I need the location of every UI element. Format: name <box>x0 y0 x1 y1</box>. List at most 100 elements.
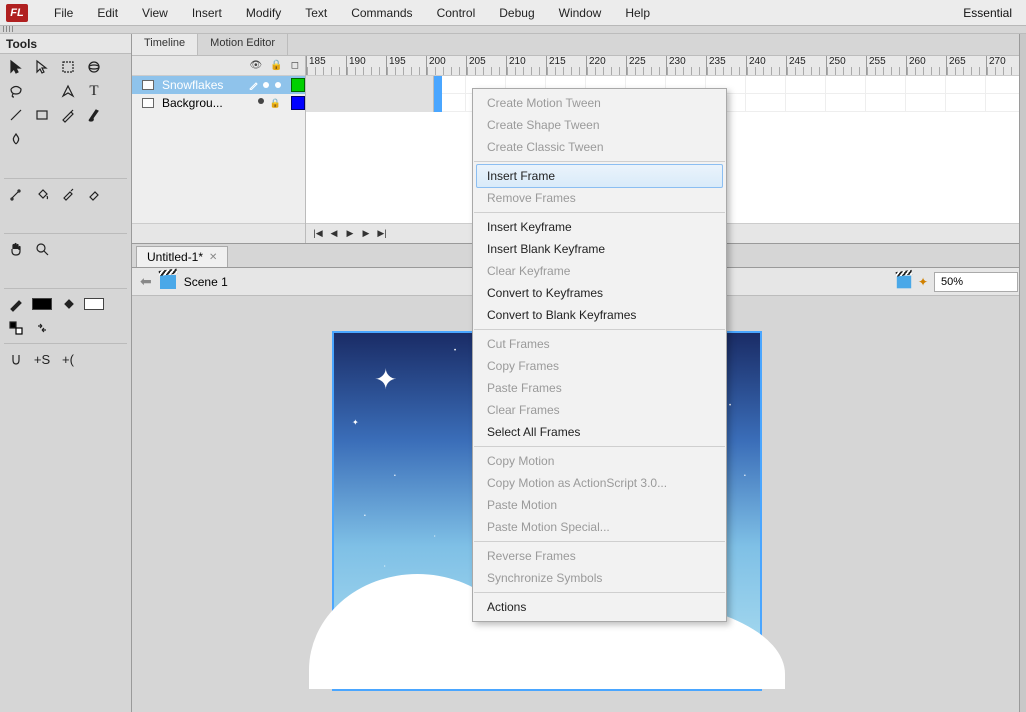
layers-header: 👁 🔒 ◻ <box>132 56 305 76</box>
context-item-paste-frames: Paste Frames <box>473 377 726 399</box>
next-frame-button[interactable]: ▶ <box>360 228 372 240</box>
menu-edit[interactable]: Edit <box>85 0 130 26</box>
black-white-icon[interactable] <box>4 317 28 339</box>
ruler-tick: 205 <box>466 56 506 75</box>
ruler-tick: 230 <box>666 56 706 75</box>
tools-panel-header[interactable]: Tools <box>0 34 131 54</box>
outline-icon[interactable]: ◻ <box>291 60 299 71</box>
context-item-copy-motion: Copy Motion <box>473 450 726 472</box>
eye-icon[interactable]: 👁 <box>250 60 263 71</box>
menu-help[interactable]: Help <box>613 0 662 26</box>
subselection-tool[interactable] <box>30 56 54 78</box>
first-frame-button[interactable]: |◀ <box>312 228 324 240</box>
menu-commands[interactable]: Commands <box>339 0 424 26</box>
scene-name[interactable]: Scene 1 <box>184 275 228 289</box>
menu-modify[interactable]: Modify <box>234 0 293 26</box>
menu-window[interactable]: Window <box>547 0 614 26</box>
layer-row-snowflakes[interactable]: Snowflakes <box>132 76 305 94</box>
menu-file[interactable]: File <box>42 0 85 26</box>
selection-tool[interactable] <box>4 56 28 78</box>
hand-tool[interactable] <box>4 238 28 260</box>
context-item-insert-frame[interactable]: Insert Frame <box>476 164 723 188</box>
ruler-tick: 245 <box>786 56 826 75</box>
ruler-tick: 225 <box>626 56 666 75</box>
context-item-paste-motion: Paste Motion <box>473 494 726 516</box>
rectangle-tool[interactable] <box>30 104 54 126</box>
context-separator <box>474 446 725 447</box>
document-title: Untitled-1* <box>147 250 203 264</box>
context-item-actions[interactable]: Actions <box>473 596 726 618</box>
prev-frame-button[interactable]: ◀ <box>328 228 340 240</box>
tools-title: Tools <box>6 37 125 51</box>
snap-icon[interactable] <box>4 348 28 370</box>
stroke-swatch[interactable] <box>30 293 54 315</box>
zoom-tool[interactable] <box>30 238 54 260</box>
free-transform-tool[interactable] <box>56 56 80 78</box>
context-item-create-shape-tween: Create Shape Tween <box>473 114 726 136</box>
app-logo: FL <box>6 4 28 22</box>
straighten-icon[interactable]: +( <box>56 348 80 370</box>
stroke-color[interactable] <box>4 293 28 315</box>
edit-scene-icon[interactable] <box>897 275 911 288</box>
deco-tool[interactable] <box>4 128 28 150</box>
text-tool[interactable]: T <box>82 80 106 102</box>
ruler-tick: 220 <box>586 56 626 75</box>
zoom-field[interactable]: 50% <box>934 272 1018 292</box>
paint-bucket-tool[interactable] <box>30 183 54 205</box>
fill-swatch[interactable] <box>82 293 106 315</box>
pencil-icon <box>249 80 259 90</box>
ruler-tick: 190 <box>346 56 386 75</box>
bone-tool[interactable] <box>4 183 28 205</box>
lasso-tool[interactable] <box>4 80 28 102</box>
layer-row-background[interactable]: Backgrou... 🔒 <box>132 94 305 112</box>
brush-tool[interactable] <box>82 104 106 126</box>
eyedropper-tool[interactable] <box>56 183 80 205</box>
layer-color[interactable] <box>291 78 305 92</box>
lock-icon[interactable]: 🔒 <box>270 60 282 71</box>
close-icon[interactable]: ✕ <box>209 252 217 263</box>
line-tool[interactable] <box>4 104 28 126</box>
context-item-convert-to-blank-keyframes[interactable]: Convert to Blank Keyframes <box>473 304 726 326</box>
frame-ruler[interactable]: 1851901952002052102152202252302352402452… <box>306 56 1026 76</box>
layer-name: Backgrou... <box>158 96 254 110</box>
context-item-insert-blank-keyframe[interactable]: Insert Blank Keyframe <box>473 238 726 260</box>
context-item-synchronize-symbols: Synchronize Symbols <box>473 567 726 589</box>
eraser-tool[interactable] <box>82 183 106 205</box>
back-arrow-icon[interactable]: ⬅ <box>140 273 152 290</box>
context-item-remove-frames: Remove Frames <box>473 187 726 209</box>
last-frame-button[interactable]: ▶| <box>376 228 388 240</box>
ruler-tick: 210 <box>506 56 546 75</box>
tools-panel: Tools T <box>0 34 132 712</box>
scene-icon <box>160 275 176 289</box>
symbol-edit-icon[interactable]: ✦ <box>918 275 928 289</box>
tab-timeline[interactable]: Timeline <box>132 34 198 55</box>
document-tab[interactable]: Untitled-1* ✕ <box>136 246 228 267</box>
right-panel-strip[interactable] <box>1019 34 1026 712</box>
fill-color[interactable] <box>56 293 80 315</box>
menu-text[interactable]: Text <box>293 0 339 26</box>
context-item-clear-frames: Clear Frames <box>473 399 726 421</box>
play-button[interactable]: ▶ <box>344 228 356 240</box>
pen-tool[interactable] <box>56 80 80 102</box>
context-item-convert-to-keyframes[interactable]: Convert to Keyframes <box>473 282 726 304</box>
ruler-tick: 195 <box>386 56 426 75</box>
swap-colors-icon[interactable] <box>30 317 54 339</box>
menu-debug[interactable]: Debug <box>487 0 546 26</box>
menu-view[interactable]: View <box>130 0 180 26</box>
layers-footer <box>132 223 305 243</box>
ruler-tick: 200 <box>426 56 466 75</box>
context-separator <box>474 541 725 542</box>
layer-icon <box>142 80 154 90</box>
pencil-tool[interactable] <box>56 104 80 126</box>
workspace-switcher[interactable]: Essential <box>949 6 1026 20</box>
context-separator <box>474 329 725 330</box>
context-item-insert-keyframe[interactable]: Insert Keyframe <box>473 216 726 238</box>
3d-rotation-tool[interactable] <box>82 56 106 78</box>
smooth-icon[interactable]: +S <box>30 348 54 370</box>
context-item-select-all-frames[interactable]: Select All Frames <box>473 421 726 443</box>
tab-motion-editor[interactable]: Motion Editor <box>198 34 288 55</box>
layer-icon <box>142 98 154 108</box>
menu-insert[interactable]: Insert <box>180 0 234 26</box>
menu-control[interactable]: Control <box>425 0 488 26</box>
layer-color[interactable] <box>291 96 305 110</box>
